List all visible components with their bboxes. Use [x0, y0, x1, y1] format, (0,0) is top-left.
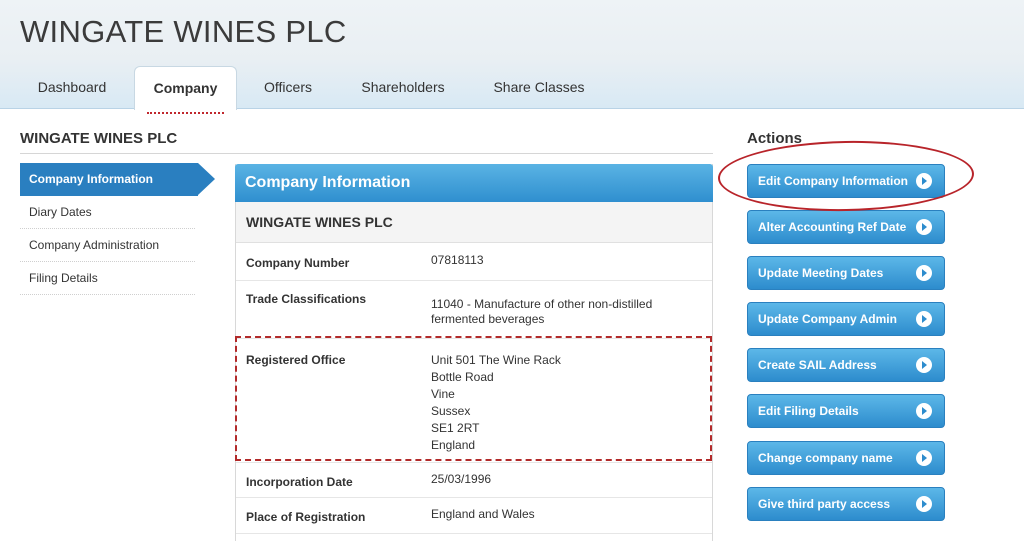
arrow-right-icon: [916, 219, 932, 235]
update-company-admin-button[interactable]: Update Company Admin: [747, 302, 945, 336]
annotation-circle: [717, 138, 975, 214]
button-label: Change company name: [758, 451, 893, 465]
button-label: Edit Filing Details: [758, 404, 859, 418]
arrow-right-icon: [916, 496, 932, 512]
arrow-right-icon: [916, 265, 932, 281]
incorporation-date-label: Incorporation Date: [246, 475, 353, 489]
edit-filing-details-button[interactable]: Edit Filing Details: [747, 394, 945, 428]
sidebar-nav: Company Information Diary Dates Company …: [20, 163, 216, 295]
arrow-right-icon: [916, 357, 932, 373]
arrow-right-icon: [916, 311, 932, 327]
section-title: WINGATE WINES PLC: [20, 130, 178, 147]
tab-dashboard[interactable]: Dashboard: [20, 66, 124, 109]
button-label: Give third party access: [758, 497, 891, 511]
give-third-party-access-button[interactable]: Give third party access: [747, 487, 945, 521]
place-of-registration-value: England and Wales: [431, 507, 535, 521]
update-meeting-dates-button[interactable]: Update Meeting Dates: [747, 256, 945, 290]
trade-classifications-value: 11040 - Manufacture of other non-distill…: [431, 297, 653, 326]
panel-subheading: WINGATE WINES PLC: [236, 202, 712, 243]
arrow-right-icon: [916, 450, 932, 466]
section-divider: [20, 153, 713, 154]
place-of-registration-label: Place of Registration: [246, 510, 366, 524]
company-number-value: 07818113: [431, 253, 484, 267]
row-place-of-registration: Place of Registration England and Wales: [236, 498, 712, 534]
company-name-title: WINGATE WINES PLC: [20, 14, 347, 49]
tab-share-classes[interactable]: Share Classes: [480, 66, 598, 109]
button-label: Update Meeting Dates: [758, 266, 884, 280]
button-label: Alter Accounting Ref Date: [758, 220, 907, 234]
incorporation-date-value: 25/03/1996: [431, 472, 492, 486]
panel-heading: Company Information: [235, 164, 713, 202]
trade-classifications-label: Trade Classifications: [246, 292, 367, 306]
sidebar-item-diary-dates[interactable]: Diary Dates: [20, 196, 195, 229]
company-number-label: Company Number: [246, 256, 350, 270]
main-tabs: Dashboard Company Officers Shareholders …: [0, 66, 700, 114]
registered-office-highlight: [235, 336, 712, 461]
sidebar-item-company-administration[interactable]: Company Administration: [20, 229, 195, 262]
sidebar-item-company-information[interactable]: Company Information: [20, 163, 215, 196]
alter-accounting-ref-date-button[interactable]: Alter Accounting Ref Date: [747, 210, 945, 244]
arrow-right-icon: [916, 403, 932, 419]
change-company-name-button[interactable]: Change company name: [747, 441, 945, 475]
button-label: Update Company Admin: [758, 312, 897, 326]
app-header: WINGATE WINES PLC Dashboard Company Offi…: [0, 0, 1024, 114]
row-incorporation-date: Incorporation Date 25/03/1996: [236, 462, 712, 498]
sidebar-item-filing-details[interactable]: Filing Details: [20, 262, 195, 295]
create-sail-address-button[interactable]: Create SAIL Address: [747, 348, 945, 382]
tab-company[interactable]: Company: [134, 66, 237, 114]
tab-officers[interactable]: Officers: [247, 66, 329, 109]
tab-shareholders[interactable]: Shareholders: [350, 66, 456, 109]
row-company-number: Company Number 07818113: [236, 243, 712, 281]
button-label: Create SAIL Address: [758, 358, 877, 372]
row-trade-classifications: Trade Classifications 11040 - Manufactur…: [236, 281, 712, 339]
